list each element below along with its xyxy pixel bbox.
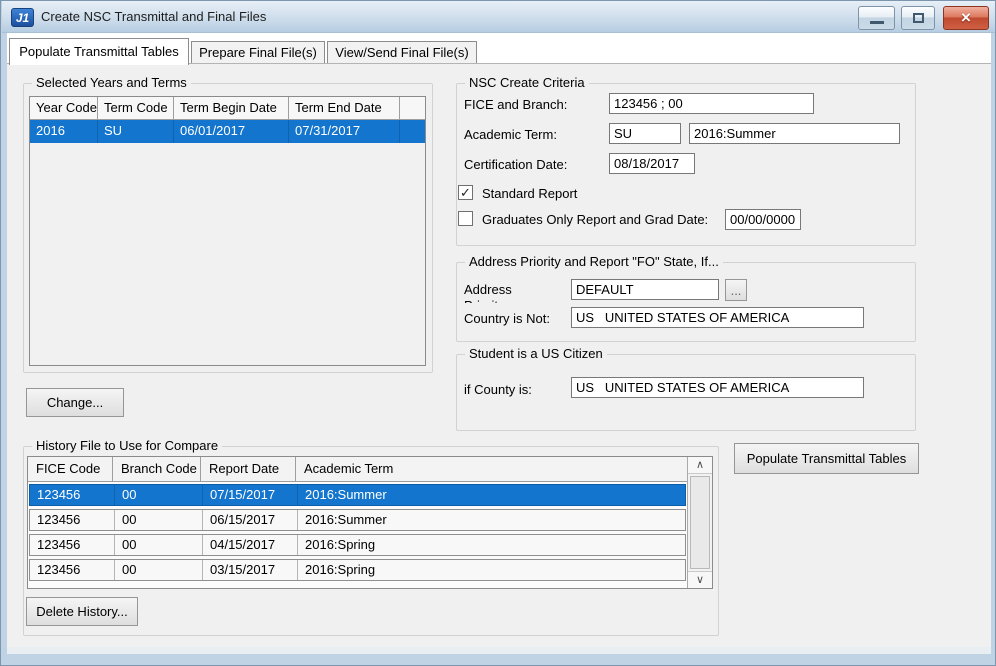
column-header-academic-term[interactable]: Academic Term [296, 457, 712, 482]
academic-term-code-field[interactable]: SU [609, 123, 681, 144]
delete-history-button[interactable]: Delete History... [26, 597, 138, 626]
app-icon: J1 [11, 8, 34, 27]
if-county-is-field[interactable]: US UNITED STATES OF AMERICA [571, 377, 864, 398]
address-priority-field[interactable]: DEFAULT [571, 279, 719, 300]
address-priority-label-line2: Priority: [464, 298, 524, 303]
table-cell: 123456 [30, 560, 115, 580]
country-is-not-field[interactable]: US UNITED STATES OF AMERICA [571, 307, 864, 328]
table-cell: 06/15/2017 [203, 510, 298, 530]
us-citizen-group-label: Student is a US Citizen [465, 346, 607, 361]
close-icon: × [961, 8, 971, 28]
table-cell: 123456 [30, 485, 115, 505]
certification-date-label: Certification Date: [464, 157, 567, 172]
selected-years-group-label: Selected Years and Terms [32, 75, 191, 90]
fice-branch-label: FICE and Branch: [464, 97, 567, 112]
nsc-criteria-group-label: NSC Create Criteria [465, 75, 589, 90]
table-cell [400, 120, 425, 143]
column-header-fice-code[interactable]: FICE Code [28, 457, 113, 482]
table-row[interactable]: 123456 00 06/15/2017 2016:Summer [29, 509, 686, 531]
history-table-header: FICE Code Branch Code Report Date Academ… [28, 457, 712, 482]
history-group-label: History File to Use for Compare [32, 438, 222, 453]
certification-date-field[interactable]: 08/18/2017 [609, 153, 695, 174]
column-header-term-begin-date[interactable]: Term Begin Date [174, 97, 289, 120]
table-cell: 2016:Summer [298, 510, 685, 530]
table-cell: 07/31/2017 [289, 120, 400, 143]
table-cell: 2016:Spring [298, 535, 685, 555]
tab-view-send-final-files[interactable]: View/Send Final File(s) [327, 41, 477, 64]
column-header-term-code[interactable]: Term Code [98, 97, 174, 120]
table-cell: 123456 [30, 510, 115, 530]
tab-prepare-final-files[interactable]: Prepare Final File(s) [191, 41, 325, 64]
column-header-branch-code[interactable]: Branch Code [113, 457, 201, 482]
table-cell: 00 [115, 535, 203, 555]
table-cell: 07/15/2017 [203, 485, 298, 505]
scroll-down-icon[interactable]: ∨ [688, 571, 712, 588]
grad-date-field[interactable]: 00/00/0000 [725, 209, 801, 230]
standard-report-checkbox[interactable]: ✓ [458, 185, 473, 200]
history-table: FICE Code Branch Code Report Date Academ… [27, 456, 713, 589]
minimize-icon [870, 21, 884, 24]
table-cell: 00 [115, 510, 203, 530]
fice-branch-field[interactable]: 123456 ; 00 [609, 93, 814, 114]
standard-report-label: Standard Report [482, 186, 577, 201]
maximize-button[interactable] [901, 6, 935, 30]
tab-strip: Populate Transmittal Tables Prepare Fina… [7, 33, 991, 64]
graduates-only-label: Graduates Only Report and Grad Date: [482, 212, 708, 227]
window-title: Create NSC Transmittal and Final Files [41, 9, 266, 24]
table-cell: 2016 [30, 120, 98, 143]
minimize-button[interactable] [858, 6, 895, 30]
table-cell: 2016:Summer [298, 485, 685, 505]
if-county-is-label: if County is: [464, 382, 532, 397]
maximize-icon [913, 13, 924, 23]
scroll-up-icon[interactable]: ∧ [688, 457, 712, 474]
column-header-report-date[interactable]: Report Date [201, 457, 296, 482]
table-cell: 00 [115, 485, 203, 505]
ellipsis-icon: ... [731, 283, 742, 298]
column-header-term-end-date[interactable]: Term End Date [289, 97, 400, 120]
table-cell: 00 [115, 560, 203, 580]
tab-populate-transmittal-tables[interactable]: Populate Transmittal Tables [9, 38, 189, 65]
table-cell: 06/01/2017 [174, 120, 289, 143]
column-header-year-code[interactable]: Year Code [30, 97, 98, 120]
table-row[interactable]: 123456 00 04/15/2017 2016:Spring [29, 534, 686, 556]
close-button[interactable]: × [943, 6, 989, 30]
table-cell: SU [98, 120, 174, 143]
academic-term-label: Academic Term: [464, 127, 557, 142]
table-cell: 2016:Spring [298, 560, 685, 580]
address-priority-browse-button[interactable]: ... [725, 279, 747, 301]
populate-transmittal-tables-button[interactable]: Populate Transmittal Tables [734, 443, 919, 474]
scrollbar-thumb[interactable] [690, 476, 710, 569]
change-button[interactable]: Change... [26, 388, 124, 417]
table-row[interactable]: 123456 00 07/15/2017 2016:Summer [29, 484, 686, 506]
table-cell: 123456 [30, 535, 115, 555]
checkbox-check-icon: ✓ [460, 185, 471, 200]
title-bar: J1 Create NSC Transmittal and Final File… [2, 1, 996, 33]
country-is-not-label: Country is Not: [464, 311, 550, 326]
selected-years-table-header: Year Code Term Code Term Begin Date Term… [30, 97, 425, 120]
address-priority-label-line1: Address [464, 282, 512, 297]
column-header-filler [400, 97, 425, 120]
table-row[interactable]: 123456 00 03/15/2017 2016:Spring [29, 559, 686, 581]
table-cell: 04/15/2017 [203, 535, 298, 555]
table-cell: 03/15/2017 [203, 560, 298, 580]
app-window: J1 Create NSC Transmittal and Final File… [0, 0, 996, 666]
history-table-body: 123456 00 07/15/2017 2016:Summer 123456 … [28, 482, 687, 588]
address-priority-group-label: Address Priority and Report "FO" State, … [465, 254, 723, 269]
academic-term-desc-field[interactable]: 2016:Summer [689, 123, 900, 144]
table-row[interactable]: 2016 SU 06/01/2017 07/31/2017 [30, 120, 425, 143]
bottom-strip [7, 647, 991, 654]
selected-years-table: Year Code Term Code Term Begin Date Term… [29, 96, 426, 366]
history-scrollbar[interactable]: ∧ ∨ [687, 457, 712, 588]
address-priority-group: Address Priority and Report "FO" State, … [456, 262, 916, 342]
graduates-only-checkbox[interactable] [458, 211, 473, 226]
